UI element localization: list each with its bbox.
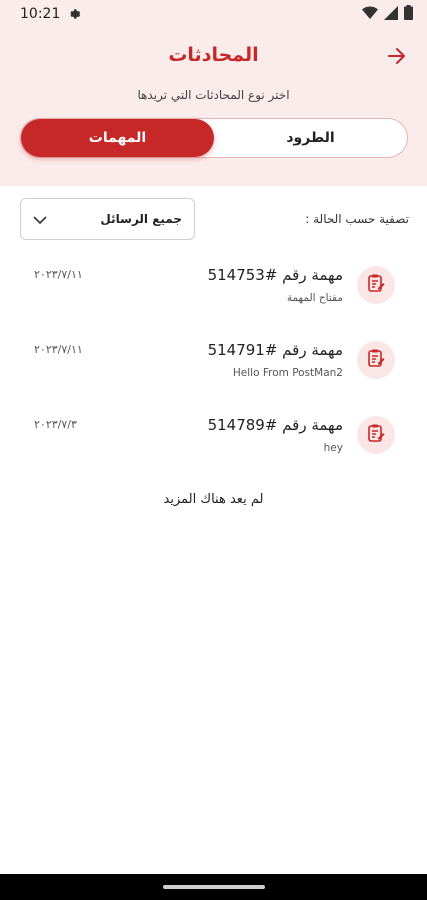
task-title: مهمة رقم #514789 — [207, 416, 343, 434]
clipboard-edit-icon — [366, 273, 386, 297]
no-more-message: لم يعد هناك المزيد — [163, 492, 264, 507]
task-item[interactable]: مهمة رقم #514753 مفتاح المهمة ٢٠٢٣/٧/١١ — [0, 256, 427, 331]
task-date: ٢٠٢٣/٧/١١ — [34, 268, 83, 281]
signal-icon — [384, 5, 398, 24]
screen: 10:21 المحادثات اختر نوع المحادثات التي … — [0, 0, 427, 900]
chevron-down-icon — [33, 210, 47, 229]
system-nav-bar — [0, 874, 427, 900]
task-item[interactable]: مهمة رقم #514789 hey ٢٠٢٣/٧/٣ — [0, 406, 427, 481]
battery-icon — [404, 4, 413, 24]
status-icons — [362, 4, 413, 24]
task-title: مهمة رقم #514753 — [207, 266, 343, 284]
clipboard-edit-icon — [366, 423, 386, 447]
task-icon-badge — [357, 416, 395, 454]
task-title: مهمة رقم #514791 — [207, 341, 343, 359]
task-subtitle: مفتاح المهمة — [286, 292, 343, 304]
task-subtitle: hey — [323, 442, 343, 454]
status-filter-dropdown[interactable]: جميع الرسائل — [20, 198, 195, 240]
clipboard-edit-icon — [366, 348, 386, 372]
filter-label: تصفية حسب الحالة : — [305, 212, 409, 226]
page-title: المحادثات — [168, 44, 259, 66]
status-bar: 10:21 — [0, 0, 427, 28]
task-date: ٢٠٢٣/٧/٣ — [34, 418, 77, 431]
header: المحادثات اختر نوع المحادثات التي تريدها… — [0, 28, 427, 186]
gear-icon — [68, 7, 82, 21]
task-icon-badge — [357, 341, 395, 379]
task-item[interactable]: مهمة رقم #514791 Hello From PostMan2 ٢٠٢… — [0, 331, 427, 406]
task-subtitle: Hello From PostMan2 — [232, 367, 343, 379]
task-list: مهمة رقم #514753 مفتاح المهمة ٢٠٢٣/٧/١١ … — [0, 256, 427, 481]
task-icon-badge — [357, 266, 395, 304]
tab-parcels[interactable]: الطرود — [214, 119, 407, 157]
status-time: 10:21 — [20, 6, 61, 22]
arrow-right-icon — [386, 45, 408, 71]
home-gesture-handle[interactable] — [162, 885, 265, 889]
wifi-icon — [362, 5, 378, 24]
page-subtitle: اختر نوع المحادثات التي تريدها — [137, 88, 290, 102]
task-date: ٢٠٢٣/٧/١١ — [34, 343, 83, 356]
back-button[interactable] — [383, 44, 411, 72]
conversation-type-tabs: الطرود المهمات — [20, 118, 408, 158]
filter-selected-value: جميع الرسائل — [100, 212, 182, 226]
tab-tasks[interactable]: المهمات — [21, 119, 214, 157]
